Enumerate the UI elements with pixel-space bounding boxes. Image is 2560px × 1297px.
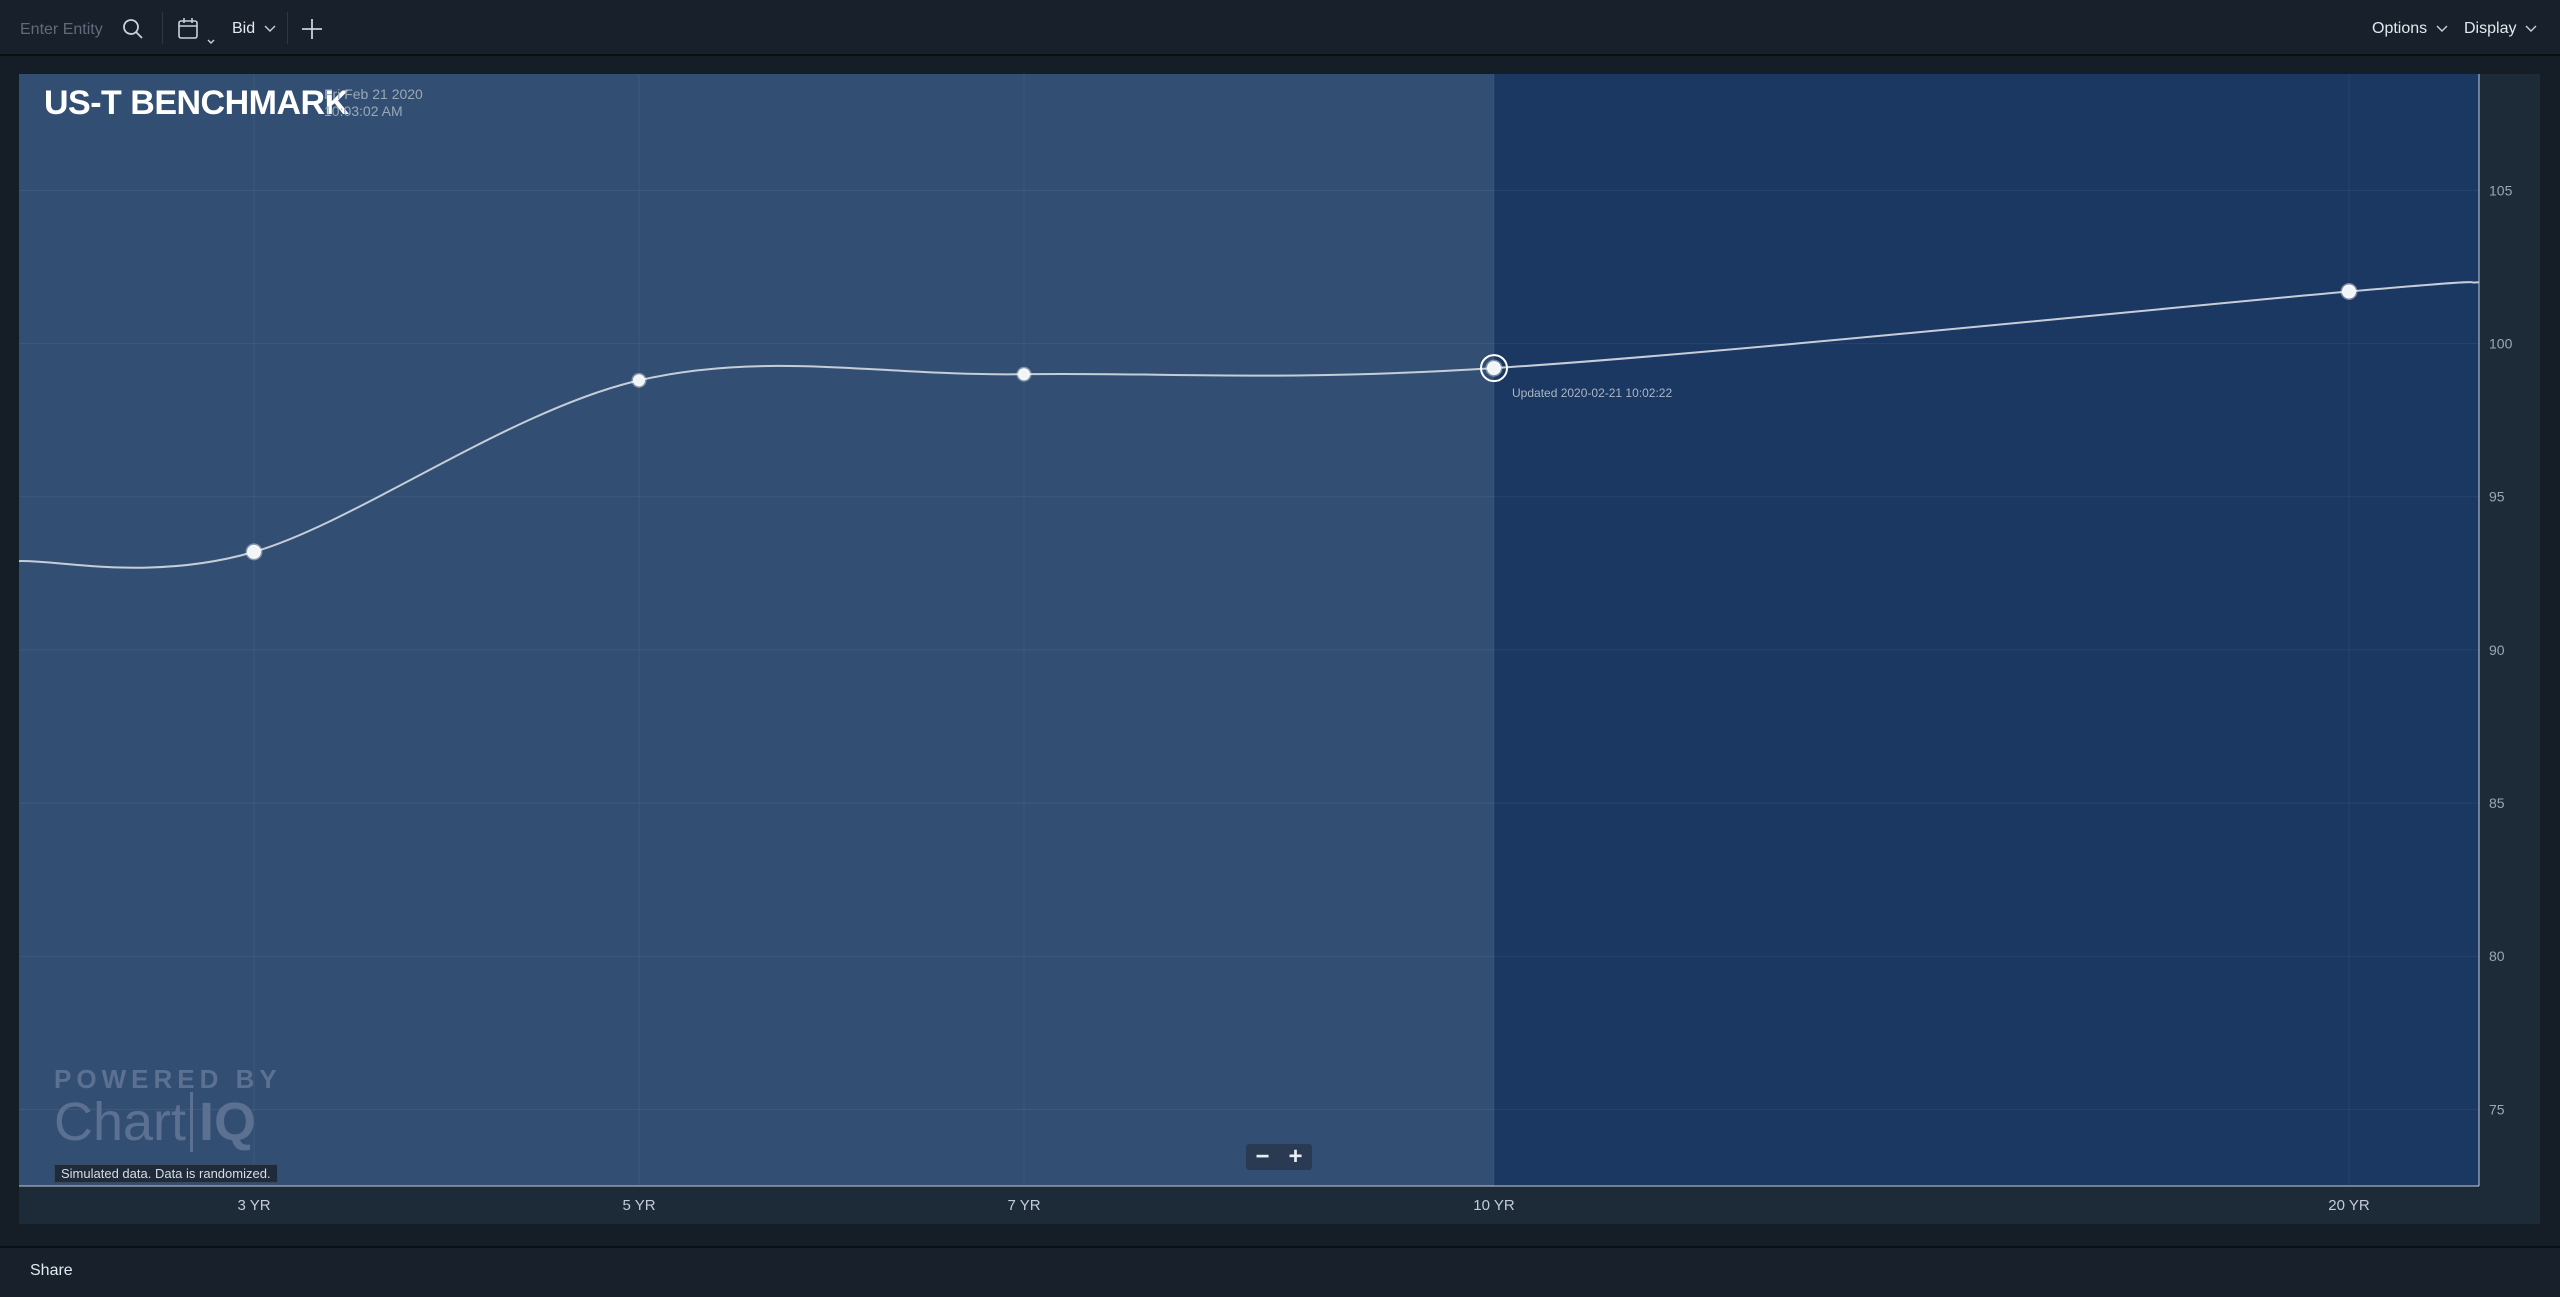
yield-curve-chart[interactable]: 75 80 85 90 95 100 105 3 YR 5 YR 7 YR 10 YR 20 YR (0, 56, 2560, 1246)
search-icon[interactable] (122, 18, 144, 40)
zoom-controls: − + (1246, 1144, 1312, 1170)
x-tick-label: 3 YR (237, 1197, 270, 1214)
plot-shade-left (19, 74, 1494, 1186)
x-tick-label: 5 YR (622, 1197, 655, 1214)
chart-title: US-T BENCHMARK (44, 84, 349, 122)
plot-shade-right (1494, 74, 2479, 1186)
y-tick-label: 100 (2489, 336, 2513, 352)
chartiq-logo: POWERED BY Chart IQ (54, 1064, 282, 1153)
share-button[interactable]: Share (30, 1262, 73, 1280)
data-point (631, 372, 647, 388)
chart-container[interactable]: 75 80 85 90 95 100 105 3 YR 5 YR 7 YR 10 YR 20 YR U… (0, 56, 2560, 1246)
y-tick-label: 105 (2489, 182, 2513, 198)
chevron-down-icon (2436, 25, 2448, 32)
zoom-out-button[interactable]: − (1246, 1144, 1279, 1170)
data-point (1016, 366, 1032, 382)
calendar-icon[interactable] (178, 18, 218, 48)
logo-wordmark: Chart IQ (54, 1091, 282, 1153)
y-tick-label: 80 (2489, 948, 2505, 964)
data-point (245, 543, 263, 561)
x-tick-label: 7 YR (1007, 1197, 1040, 1214)
x-tick-label: 20 YR (2328, 1197, 2370, 1214)
chevron-down-icon (264, 25, 276, 32)
simulated-data-note: Simulated data. Data is randomized. (54, 1164, 278, 1183)
bid-dropdown[interactable]: Bid (232, 20, 276, 38)
data-point (2340, 282, 2358, 300)
y-tick-label: 85 (2489, 795, 2505, 811)
zoom-in-button[interactable]: + (1279, 1144, 1312, 1170)
y-tick-label: 90 (2489, 642, 2505, 658)
logo-chart-text: Chart (54, 1092, 187, 1152)
x-tick-label: 10 YR (1473, 1197, 1515, 1214)
y-tick-label: 75 (2489, 1101, 2505, 1117)
bid-label: Bid (232, 20, 256, 37)
chart-datetime: Fri Feb 21 2020 10:03:02 AM (324, 86, 423, 120)
chart-date: Fri Feb 21 2020 (324, 86, 423, 102)
y-tick-label: 95 (2489, 489, 2505, 505)
logo-iq-text: IQ (190, 1092, 257, 1152)
data-point (1485, 359, 1503, 377)
toolbar-separator (287, 12, 288, 44)
footer-bar: Share (0, 1246, 2560, 1297)
options-label: Options (2372, 20, 2428, 37)
display-dropdown[interactable]: Display (2464, 20, 2537, 38)
options-dropdown[interactable]: Options (2372, 20, 2448, 38)
add-icon[interactable] (301, 18, 323, 40)
top-toolbar: Bid Options Display (0, 0, 2560, 56)
entity-search-input[interactable] (18, 14, 122, 46)
display-label: Display (2464, 20, 2517, 37)
updated-timestamp: Updated 2020-02-21 10:02:22 (1512, 386, 1673, 401)
chevron-down-icon (2525, 25, 2537, 32)
chart-time: 10:03:02 AM (324, 103, 403, 119)
toolbar-separator (162, 12, 163, 44)
